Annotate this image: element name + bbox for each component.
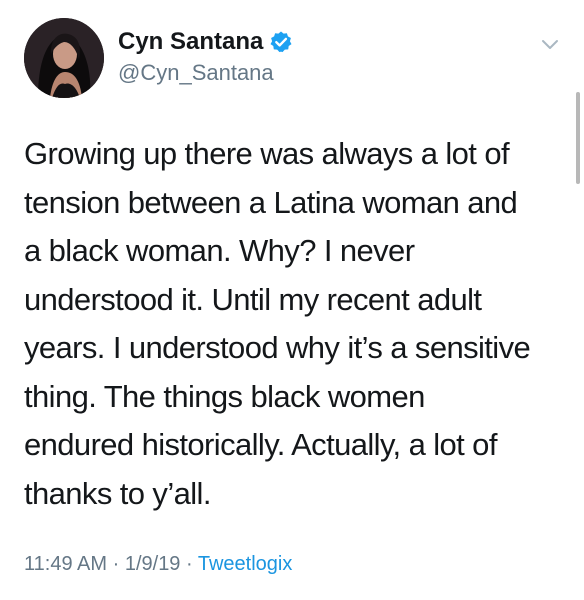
name-row: Cyn Santana	[118, 26, 518, 58]
tweet-date[interactable]: 1/9/19	[125, 553, 181, 575]
tweet-card: Cyn Santana @Cyn_Santana Growing up ther…	[0, 0, 584, 600]
tweet-text-line: endured historically. Actually, a lot of	[24, 427, 497, 462]
tweet-text-line: thanks to y’all.	[24, 475, 211, 511]
meta-separator: ·	[186, 553, 193, 575]
chevron-down-icon[interactable]	[537, 34, 563, 54]
tweet-text-line: thing. The things black women	[24, 378, 425, 414]
tweet-header: Cyn Santana @Cyn_Santana	[118, 26, 518, 88]
tweet-text-line: understood it. Until my recent adult	[24, 281, 482, 317]
profile-photo-icon	[24, 18, 104, 98]
user-handle[interactable]: @Cyn_Santana	[118, 58, 518, 88]
tweet-text: Growing up there was always a lot of ten…	[24, 130, 564, 518]
meta-separator: ·	[112, 553, 120, 575]
tweet-text-line: a black woman. Why? I never	[24, 233, 415, 268]
tweet-time[interactable]: 11:49 AM	[24, 553, 107, 575]
tweet-text-line: years. I understood why it’s a sensitive	[24, 330, 531, 365]
verified-badge-icon	[269, 30, 293, 54]
tweet-text-line: Growing up there was always a lot of	[24, 136, 510, 171]
tweet-source-link[interactable]: Tweetlogix	[198, 553, 293, 575]
avatar[interactable]	[24, 18, 104, 98]
tweet-text-line: tension between a Latina woman and	[24, 184, 518, 220]
display-name[interactable]: Cyn Santana	[118, 26, 263, 58]
tweet-meta: 11:49 AM · 1/9/19 · Tweetlogix	[24, 550, 292, 578]
scrollbar[interactable]	[576, 92, 580, 184]
